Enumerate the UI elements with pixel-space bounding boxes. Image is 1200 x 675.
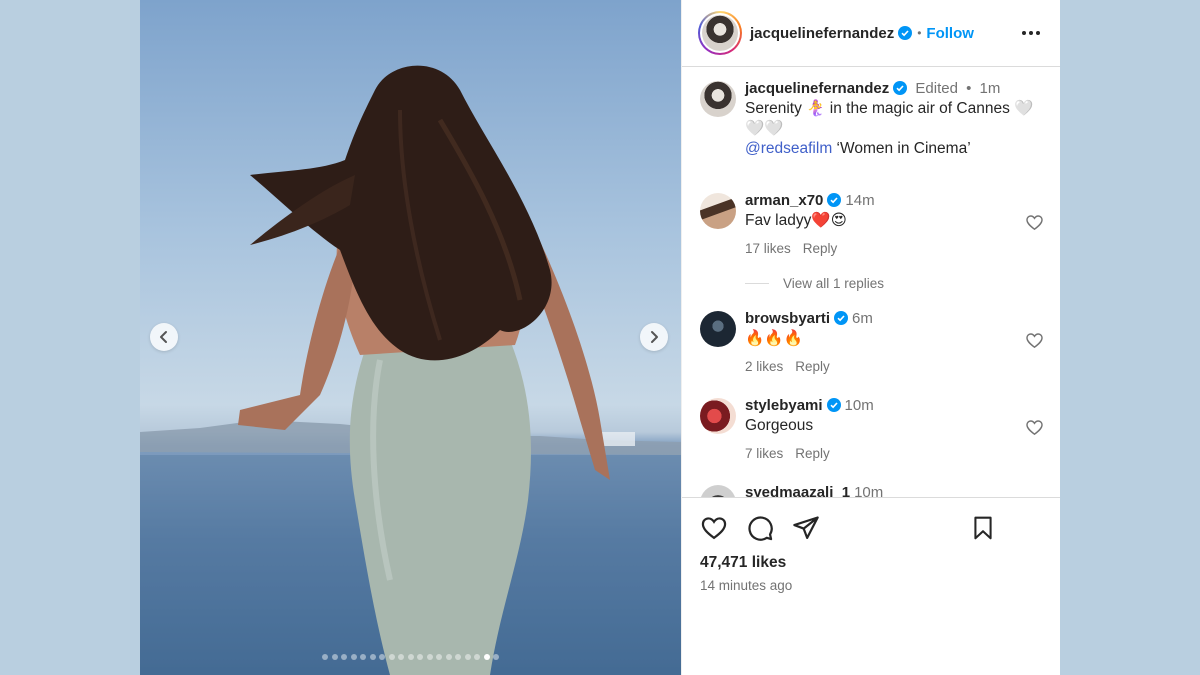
post-photo — [140, 65, 681, 675]
replies-divider — [745, 283, 769, 284]
more-dots-icon — [1022, 31, 1026, 35]
view-replies-button[interactable]: View all 1 replies — [745, 276, 1044, 291]
carousel-dot — [360, 654, 366, 660]
carousel-dot — [436, 654, 442, 660]
carousel-dot — [464, 654, 471, 660]
commenter-avatar[interactable] — [700, 311, 736, 347]
carousel-dot — [379, 654, 385, 660]
verified-badge-icon — [898, 26, 913, 40]
heart-icon[interactable] — [1025, 331, 1044, 350]
carousel-dot — [417, 654, 423, 660]
next-image-button[interactable] — [640, 323, 668, 351]
carousel-dot — [350, 654, 357, 660]
instagram-post: jacquelinefernandez • Follow jacquelinef… — [140, 0, 1060, 675]
comment-time[interactable]: 6m — [852, 310, 873, 327]
more-options-button[interactable] — [1018, 25, 1044, 41]
carousel-dot — [369, 654, 376, 660]
carousel-dot — [331, 654, 338, 660]
commenter-username[interactable]: arman_x70 — [745, 192, 823, 209]
comment-text: Fav ladyy❤️😍 — [745, 212, 847, 229]
comment-text: Gorgeous — [745, 417, 814, 434]
post-header: jacquelinefernandez • Follow — [682, 0, 1060, 67]
chevron-right-icon — [651, 331, 658, 343]
comment-item: arman_x70 14m Fav ladyy❤️😍 17 likes Reply — [700, 191, 1044, 256]
comment-item: browsbyarti 6m 🔥🔥🔥 2 likes Reply — [700, 309, 1044, 374]
carousel-dot — [322, 654, 328, 660]
carousel-dot — [474, 654, 480, 660]
comment-likes[interactable]: 7 likes — [745, 446, 783, 461]
carousel-indicator — [140, 654, 681, 660]
caption-edited: Edited — [915, 80, 958, 97]
caption: jacquelinefernandez Edited • 1m Serenity… — [700, 79, 1044, 159]
verified-badge-icon — [834, 311, 849, 325]
verified-badge-icon — [827, 193, 842, 207]
carousel-dot — [388, 654, 395, 660]
comment-likes[interactable]: 17 likes — [745, 241, 791, 256]
comments-list[interactable]: jacquelinefernandez Edited • 1m Serenity… — [682, 67, 1060, 497]
caption-avatar[interactable] — [700, 81, 736, 117]
post-actions: 47,471 likes 14 minutes ago — [682, 497, 1060, 675]
likes-count[interactable]: 47,471 likes — [700, 554, 1044, 572]
verified-badge-icon — [893, 81, 908, 95]
view-replies-label: View all 1 replies — [783, 276, 885, 291]
comment-time[interactable]: 14m — [845, 192, 874, 209]
comment-time[interactable]: 10m — [845, 397, 874, 414]
heart-icon[interactable] — [1025, 213, 1044, 232]
commenter-username[interactable]: syedmaazali_1 — [745, 484, 850, 497]
carousel-dot — [445, 654, 452, 660]
save-bookmark-icon[interactable] — [970, 514, 996, 542]
commenter-avatar[interactable] — [700, 398, 736, 434]
caption-username[interactable]: jacquelinefernandez — [745, 80, 889, 97]
comment-item: syedmaazali_1 10m — [700, 483, 1044, 497]
separator: • — [917, 26, 922, 40]
author-avatar-story-ring[interactable] — [698, 11, 742, 55]
reply-button[interactable]: Reply — [803, 241, 838, 256]
commenter-username[interactable]: stylebyami — [745, 397, 823, 414]
caption-time: 1m — [979, 80, 1001, 97]
post-timestamp[interactable]: 14 minutes ago — [700, 578, 1044, 593]
share-paper-plane-icon[interactable] — [792, 514, 820, 542]
commenter-avatar[interactable] — [700, 193, 736, 229]
comment-time[interactable]: 10m — [854, 484, 883, 497]
heart-icon[interactable] — [1025, 418, 1044, 437]
carousel-dot-active — [483, 654, 490, 660]
like-heart-icon[interactable] — [700, 514, 728, 542]
post-media[interactable] — [140, 0, 681, 675]
carousel-dot — [341, 654, 347, 660]
comment-bubble-icon[interactable] — [746, 514, 774, 542]
reply-button[interactable]: Reply — [795, 359, 830, 374]
caption-text-rest: ‘Women in Cinema’ — [832, 140, 971, 157]
reply-button[interactable]: Reply — [795, 446, 830, 461]
verified-badge-icon — [826, 398, 841, 412]
author-username[interactable]: jacquelinefernandez — [750, 25, 894, 42]
carousel-dot — [407, 654, 414, 660]
commenter-avatar[interactable] — [700, 485, 736, 497]
separator: • — [966, 80, 972, 97]
commenter-username[interactable]: browsbyarti — [745, 310, 830, 327]
carousel-dot — [455, 654, 461, 660]
author-avatar — [702, 15, 738, 51]
carousel-dot — [426, 654, 433, 660]
comment-item: stylebyami 10m Gorgeous 7 likes Reply — [700, 396, 1044, 461]
carousel-dot — [398, 654, 404, 660]
follow-button[interactable]: Follow — [926, 25, 974, 42]
carousel-dot — [493, 654, 499, 660]
chevron-left-icon — [160, 331, 167, 343]
post-side-panel: jacquelinefernandez • Follow jacquelinef… — [681, 0, 1060, 675]
previous-image-button[interactable] — [150, 323, 178, 351]
mention-link[interactable]: @redseafilm — [745, 140, 832, 157]
caption-text: Serenity 🧜‍♀️ in the magic air of Cannes… — [745, 100, 1034, 137]
comment-likes[interactable]: 2 likes — [745, 359, 783, 374]
comment-text: 🔥🔥🔥 — [745, 330, 803, 347]
